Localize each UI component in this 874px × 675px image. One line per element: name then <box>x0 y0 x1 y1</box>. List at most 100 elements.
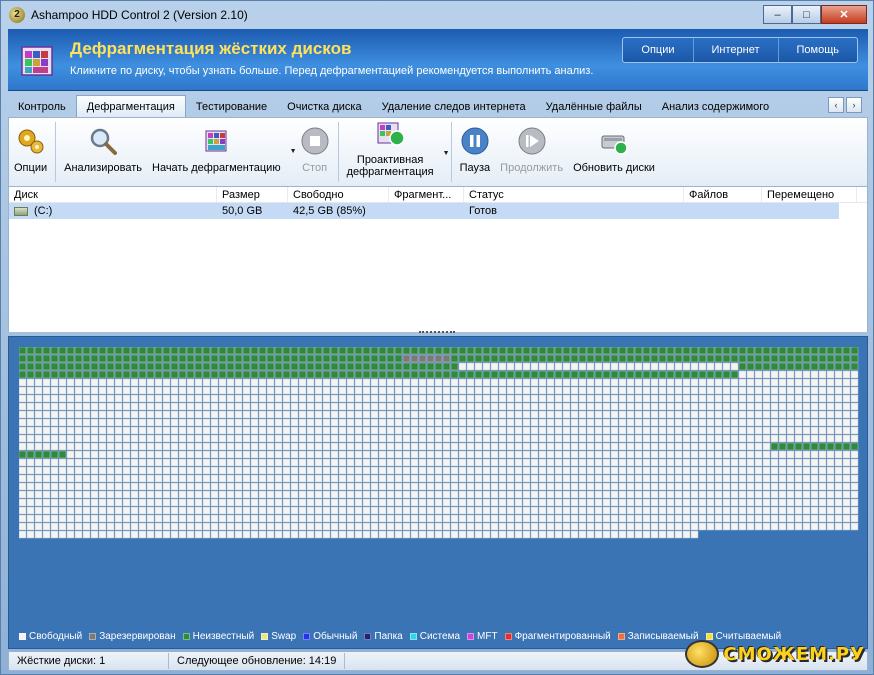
cluster-cell <box>162 418 171 427</box>
cluster-cell <box>418 442 427 451</box>
cluster-cell <box>698 362 707 371</box>
cluster-cell <box>234 426 243 435</box>
menu-help[interactable]: Помощь <box>777 38 858 62</box>
cluster-cell <box>738 458 747 467</box>
cluster-cell <box>202 522 211 531</box>
cluster-cell <box>682 386 691 395</box>
stop-button[interactable]: Стоп <box>295 118 335 186</box>
cluster-cell <box>442 394 451 403</box>
legend-item: Зарезервирован <box>89 631 176 642</box>
cluster-cell <box>346 474 355 483</box>
proactive-defrag-button[interactable]: Проактивная дефрагментация ▼ <box>342 118 450 186</box>
cluster-cell <box>458 466 467 475</box>
cluster-cell <box>186 522 195 531</box>
cluster-cell <box>378 370 387 379</box>
cluster-cell <box>122 402 131 411</box>
cluster-cell <box>130 354 139 363</box>
cluster-cell <box>826 370 835 379</box>
cluster-cell <box>130 514 139 523</box>
proactive-dropdown-icon[interactable]: ▼ <box>443 148 450 160</box>
tab-defrag[interactable]: Дефрагментация <box>75 95 186 117</box>
minimize-button[interactable]: – <box>763 5 792 24</box>
cluster-cell <box>362 530 371 539</box>
cluster-cell <box>162 466 171 475</box>
resume-button[interactable]: Продолжить <box>495 118 568 186</box>
cluster-cell <box>762 362 771 371</box>
tab-deleted-files[interactable]: Удалённые файлы <box>536 97 652 117</box>
cluster-cell <box>402 522 411 531</box>
cluster-cell <box>498 490 507 499</box>
cluster-cell <box>834 514 843 523</box>
cluster-cell <box>586 514 595 523</box>
column-free[interactable]: Свободно <box>288 187 389 202</box>
maximize-button[interactable]: □ <box>792 5 821 24</box>
cluster-cell <box>850 466 859 475</box>
menu-internet[interactable]: Интернет <box>692 38 778 62</box>
panel-splitter-handle[interactable] <box>419 331 455 335</box>
cluster-cell <box>90 402 99 411</box>
cluster-cell <box>98 386 107 395</box>
cluster-cell <box>546 347 555 355</box>
cluster-cell <box>770 450 779 459</box>
column-files[interactable]: Файлов <box>684 187 762 202</box>
cluster-cell <box>234 530 243 539</box>
column-moved[interactable]: Перемещено <box>762 187 857 202</box>
cluster-cell <box>570 370 579 379</box>
cluster-cell <box>394 514 403 523</box>
start-defrag-button[interactable]: Начать дефрагментацию ▼ <box>147 118 297 186</box>
cluster-cell <box>90 530 99 539</box>
cluster-cell <box>434 354 443 363</box>
cluster-cell <box>554 347 563 355</box>
cluster-cell <box>66 370 75 379</box>
cluster-cell <box>738 450 747 459</box>
cluster-cell <box>530 474 539 483</box>
column-fragmented[interactable]: Фрагмент... <box>389 187 464 202</box>
column-status[interactable]: Статус <box>464 187 684 202</box>
cluster-cell <box>442 410 451 419</box>
cluster-cell <box>570 530 579 539</box>
cluster-cell <box>410 514 419 523</box>
refresh-disks-button[interactable]: Обновить диски <box>568 118 660 186</box>
tab-prev-button[interactable]: ‹ <box>828 97 844 113</box>
cluster-cell <box>290 458 299 467</box>
tab-testing[interactable]: Тестирование <box>186 97 277 117</box>
options-button[interactable]: Опции <box>9 118 52 186</box>
cluster-cell <box>58 362 67 371</box>
cluster-cell <box>658 402 667 411</box>
cluster-cell <box>226 386 235 395</box>
cluster-cell <box>114 514 123 523</box>
cluster-cell <box>698 514 707 523</box>
tab-content-analysis[interactable]: Анализ содержимого <box>652 97 779 117</box>
cluster-cell <box>354 410 363 419</box>
cluster-cell <box>274 466 283 475</box>
analyze-button[interactable]: Анализировать <box>59 118 147 186</box>
cluster-cell <box>722 354 731 363</box>
tab-monitor[interactable]: Контроль <box>8 97 76 117</box>
column-disk[interactable]: Диск <box>9 187 217 202</box>
cluster-cell <box>474 370 483 379</box>
pause-button[interactable]: Пауза <box>455 118 496 186</box>
tab-next-button[interactable]: › <box>846 97 862 113</box>
cluster-cell <box>778 442 787 451</box>
cluster-cell <box>426 386 435 395</box>
cluster-cell <box>74 347 83 355</box>
cluster-cell <box>498 442 507 451</box>
cluster-cell <box>834 490 843 499</box>
cluster-cell <box>426 498 435 507</box>
cluster-cell <box>338 442 347 451</box>
cluster-cell <box>210 362 219 371</box>
title-bar: 2 Ashampoo HDD Control 2 (Version 2.10) … <box>1 1 873 29</box>
cluster-cell <box>106 474 115 483</box>
menu-options[interactable]: Опции <box>623 38 692 62</box>
cluster-cell <box>746 378 755 387</box>
column-size[interactable]: Размер <box>217 187 288 202</box>
tab-disk-cleanup[interactable]: Очистка диска <box>277 97 371 117</box>
close-button[interactable]: ✕ <box>821 5 867 24</box>
cluster-cell <box>146 522 155 531</box>
cluster-cell <box>82 474 91 483</box>
table-row[interactable]: (C:) 50,0 GB 42,5 GB (85%) Готов <box>9 203 839 219</box>
cluster-cell <box>66 410 75 419</box>
cluster-cell <box>738 418 747 427</box>
cluster-cell <box>666 434 675 443</box>
tab-internet-traces[interactable]: Удаление следов интернета <box>372 97 536 117</box>
